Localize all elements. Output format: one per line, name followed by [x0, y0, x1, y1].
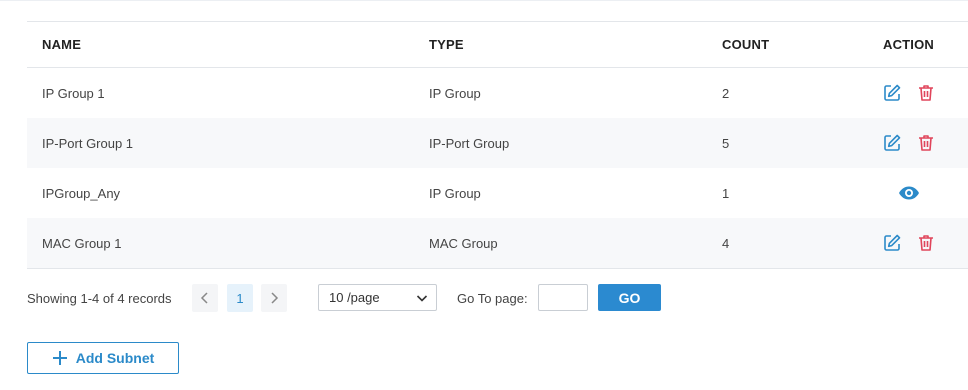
table-header: NAME TYPE COUNT ACTION	[27, 22, 968, 68]
page-size-select[interactable]: 10 /page	[318, 284, 437, 311]
table-row: IPGroup_Any IP Group 1	[27, 168, 968, 218]
cell-count: 4	[722, 235, 730, 251]
go-button[interactable]: GO	[598, 284, 661, 311]
goto-page-input[interactable]	[538, 284, 588, 311]
cell-name: IP Group 1	[42, 85, 105, 101]
delete-icon[interactable]	[914, 231, 938, 255]
cell-actions	[849, 231, 968, 255]
chevron-left-icon	[200, 292, 208, 304]
delete-icon[interactable]	[914, 81, 938, 105]
page-button-current[interactable]: 1	[227, 284, 253, 312]
add-subnet-label: Add Subnet	[75, 350, 155, 366]
cell-name: IPGroup_Any	[42, 185, 121, 201]
cell-name: IP-Port Group 1	[42, 135, 134, 151]
cell-type: IP Group	[429, 85, 481, 101]
table-row: IP Group 1 IP Group 2	[27, 68, 968, 118]
delete-icon[interactable]	[914, 131, 938, 155]
table-row: MAC Group 1 MAC Group 4	[27, 218, 968, 269]
cell-type: MAC Group	[429, 235, 498, 251]
cell-type: IP Group	[429, 185, 481, 201]
cell-count: 2	[722, 85, 730, 101]
groups-table: NAME TYPE COUNT ACTION IP Group 1 IP Gro…	[27, 21, 968, 269]
add-subnet-button[interactable]: Add Subnet	[27, 342, 179, 374]
col-header-type[interactable]: TYPE	[414, 37, 708, 52]
cell-count: 1	[722, 185, 730, 201]
cell-actions	[849, 131, 968, 155]
col-header-action: ACTION	[882, 37, 935, 52]
goto-page-label: Go To page:	[457, 290, 528, 306]
page-size-value: 10 /page	[329, 290, 380, 305]
col-header-count[interactable]: COUNT	[708, 37, 849, 52]
edit-icon[interactable]	[880, 231, 904, 255]
plus-icon	[52, 351, 67, 365]
edit-icon[interactable]	[880, 81, 904, 105]
chevron-down-icon	[416, 295, 428, 302]
records-summary: Showing 1-4 of 4 records	[27, 290, 172, 306]
table-row: IP-Port Group 1 IP-Port Group 5	[27, 118, 968, 168]
edit-icon[interactable]	[880, 131, 904, 155]
cell-actions	[849, 181, 968, 205]
next-page-button[interactable]	[261, 284, 287, 312]
cell-count: 5	[722, 135, 730, 151]
cell-actions	[849, 81, 968, 105]
cell-type: IP-Port Group	[429, 135, 510, 151]
view-icon[interactable]	[897, 181, 921, 205]
cell-name: MAC Group 1	[42, 235, 122, 251]
chevron-right-icon	[271, 292, 279, 304]
top-divider	[0, 0, 968, 1]
col-header-name[interactable]: NAME	[27, 37, 414, 52]
prev-page-button[interactable]	[192, 284, 218, 312]
